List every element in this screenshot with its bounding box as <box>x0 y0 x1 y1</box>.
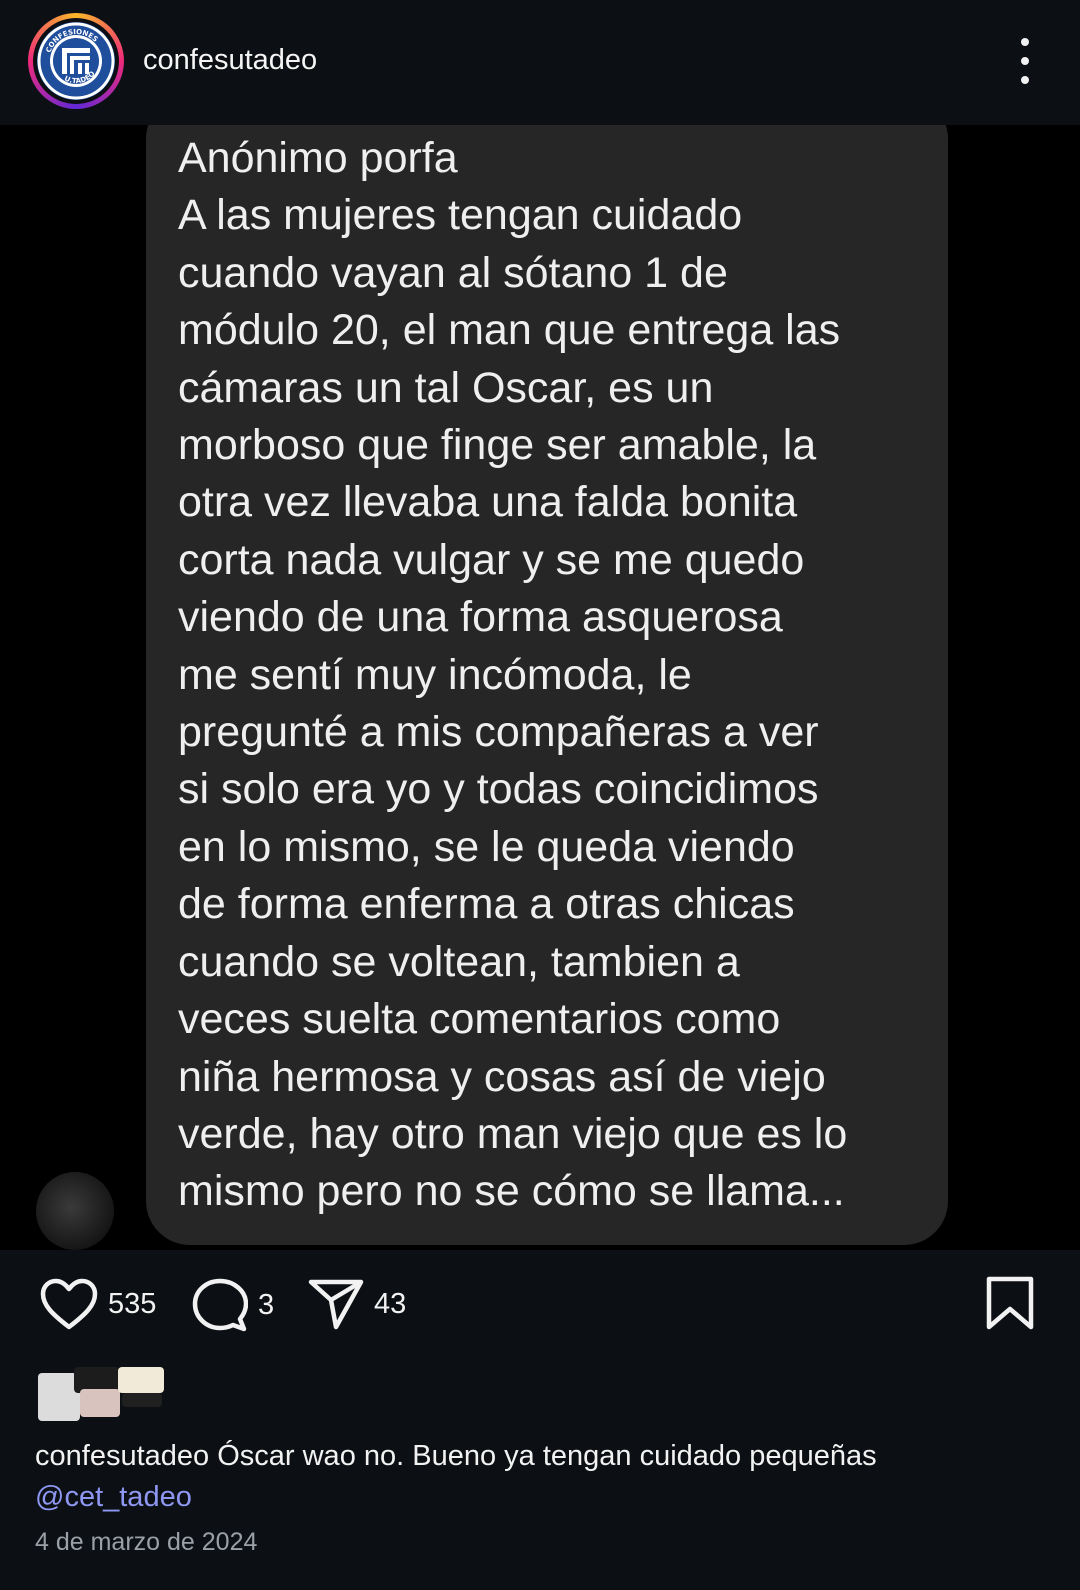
liked-by-avatar <box>122 1393 162 1407</box>
message-line: veces suelta comentarios como <box>178 995 781 1044</box>
message-line: otra vez llevaba una falda bonita <box>178 478 798 527</box>
like-count[interactable]: 535 <box>108 1288 156 1321</box>
action-bar: 535 3 43 <box>0 1250 1080 1350</box>
comment-bubble-icon[interactable] <box>192 1278 248 1332</box>
blurred-chat-avatar <box>36 1172 114 1250</box>
message-line: mismo pero no se cómo se llama... <box>178 1167 845 1216</box>
confesiones-logo: CONFESIONES U.TADEO <box>37 22 115 100</box>
more-vertical-icon[interactable] <box>1010 38 1040 84</box>
post-header: CONFESIONES U.TADEO confesutadeo <box>0 0 1080 125</box>
message-line: viendo de una forma asquerosa <box>178 593 783 642</box>
post-date: 4 de marzo de 2024 <box>35 1528 258 1556</box>
message-line: Anónimo porfa <box>178 134 458 182</box>
message-line: módulo 20, el man que entrega las <box>178 306 841 355</box>
message-line: pregunté a mis compañeras a ver <box>178 708 819 757</box>
comment-action: 3 <box>192 1278 274 1332</box>
message-line: morboso que finge ser amable, la <box>178 421 817 470</box>
bookmark-icon[interactable] <box>985 1276 1035 1330</box>
caption-username[interactable]: confesutadeo <box>35 1440 209 1472</box>
message-line: si solo era yo y todas coincidimos <box>178 765 819 814</box>
post-caption: confesutadeo Óscar wao no. Bueno ya teng… <box>35 1436 1045 1476</box>
comment-count[interactable]: 3 <box>258 1289 274 1322</box>
message-line: verde, hay otro man viejo que es lo <box>178 1109 848 1158</box>
share-count[interactable]: 43 <box>374 1288 406 1321</box>
message-line: A las mujeres tengan cuidado <box>178 191 743 240</box>
message-line: corta nada vulgar y se me quedo <box>178 535 805 584</box>
caption-text: Óscar wao no. Bueno ya tengan cuidado pe… <box>217 1440 877 1472</box>
profile-avatar[interactable]: CONFESIONES U.TADEO <box>28 13 124 109</box>
header-username[interactable]: confesutadeo <box>143 44 317 77</box>
liked-by-avatar <box>118 1367 164 1393</box>
message-line: cuando vayan al sótano 1 de <box>178 248 728 297</box>
message-line: me sentí muy incómoda, le <box>178 650 692 699</box>
logo-icon: CONFESIONES U.TADEO <box>37 22 115 100</box>
message-line: de forma enferma a otras chicas <box>178 880 795 929</box>
liked-by-avatars[interactable] <box>38 1367 164 1425</box>
paper-plane-icon[interactable] <box>308 1278 364 1330</box>
like-action: 535 <box>40 1278 156 1330</box>
message-line: cámaras un tal Oscar, es un <box>178 363 714 412</box>
post-image[interactable]: Anónimo porfa A las mujeres tengan cuidad… <box>0 125 1080 1250</box>
message-text: Anónimo porfa A las mujeres tengan cuidad… <box>178 130 938 1221</box>
message-line: niña hermosa y cosas así de viejo <box>178 1052 826 1101</box>
share-action: 43 <box>308 1278 406 1330</box>
liked-by-avatar <box>80 1389 120 1417</box>
message-line: en lo mismo, se le queda viendo <box>178 822 795 871</box>
message-line: cuando se voltean, tambien a <box>178 937 740 986</box>
caption-mention-link[interactable]: @cet_tadeo <box>35 1477 192 1517</box>
heart-icon[interactable] <box>40 1278 98 1330</box>
